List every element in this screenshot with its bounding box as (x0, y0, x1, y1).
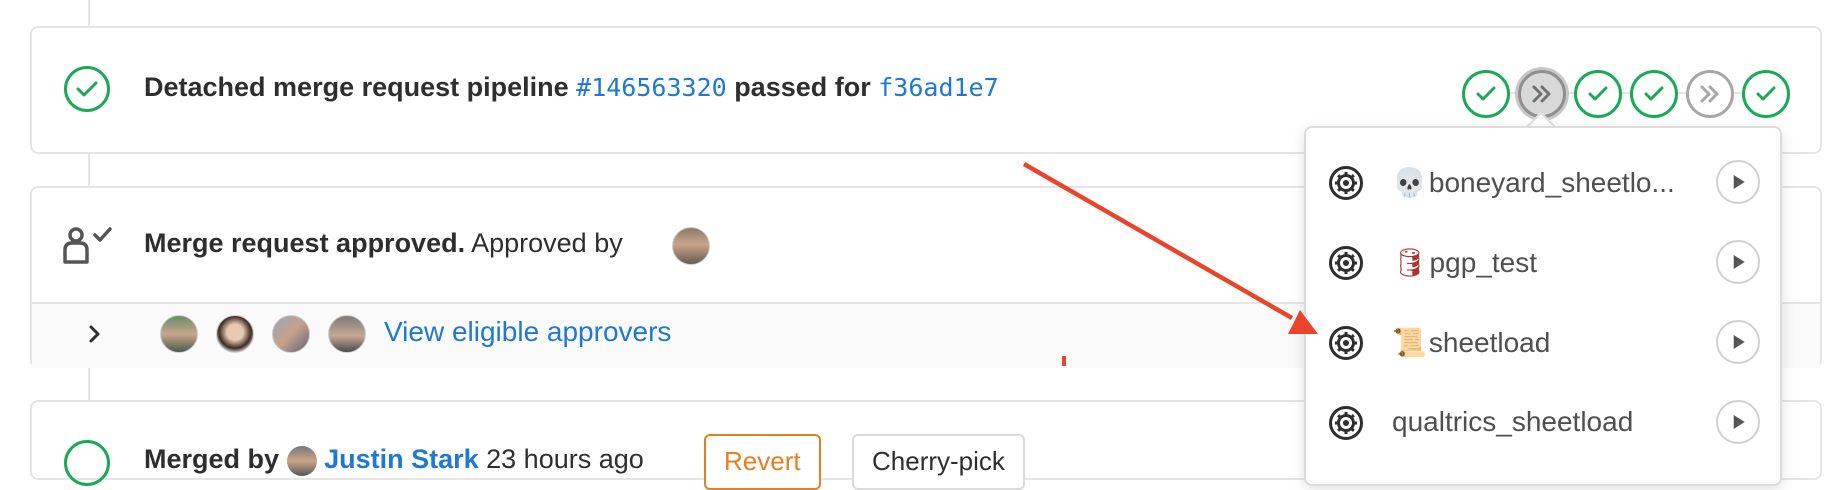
job-name: qualtrics_sheetload (1392, 406, 1634, 437)
stage-skipped-active[interactable] (1518, 70, 1566, 118)
timeline-line-mid (88, 152, 90, 188)
play-job-button[interactable] (1716, 400, 1760, 444)
stage-success-3[interactable] (1630, 70, 1678, 118)
cherry-pick-button[interactable]: Cherry-pick (852, 434, 1025, 490)
merged-time: 23 hours ago (486, 444, 644, 474)
pipeline-id-link[interactable]: #146563320 (576, 73, 727, 102)
merged-user-avatar[interactable] (286, 445, 317, 476)
dropdown-item-boneyard[interactable]: 💀boneyard_sheetlo... (1306, 144, 1780, 222)
play-icon (1733, 255, 1745, 269)
play-job-button[interactable] (1716, 320, 1760, 364)
approval-status-text: Merge request approved. Approved by (144, 228, 623, 259)
approver-avatar[interactable] (672, 227, 710, 265)
oil-drum-emoji-icon: 🛢 (1392, 246, 1428, 279)
pipeline-status-text: Detached merge request pipeline #1465633… (144, 72, 999, 103)
check-icon (1644, 86, 1664, 101)
approved-by-label: Approved by (471, 228, 623, 258)
eligible-approver-avatar-3[interactable] (272, 315, 310, 353)
view-eligible-approvers-link[interactable]: View eligible approvers (384, 316, 671, 348)
dropdown-item-qualtrics-sheetload[interactable]: qualtrics_sheetload (1306, 384, 1780, 462)
merged-user-link[interactable]: Justin Stark (324, 444, 479, 474)
timeline-line-bottom (88, 366, 90, 402)
job-name: sheetload (1428, 327, 1551, 358)
pipeline-middle: passed for (734, 72, 871, 102)
gear-icon (1329, 406, 1363, 440)
stage-success-2[interactable] (1574, 70, 1622, 118)
play-icon (1733, 175, 1745, 189)
dropdown-item-sheetload[interactable]: 📜sheetload (1306, 304, 1780, 382)
play-job-button[interactable] (1716, 160, 1760, 204)
job-label: 📜sheetload (1392, 326, 1550, 359)
play-icon (1733, 335, 1745, 349)
dropdown-item-pgp-test[interactable]: 🛢pgp_test (1306, 224, 1780, 302)
eligible-approver-avatar-4[interactable] (328, 315, 366, 353)
approval-bold: Merge request approved. (144, 228, 466, 258)
stage-success-1[interactable] (1462, 70, 1510, 118)
job-label: 🛢pgp_test (1392, 246, 1537, 279)
commit-sha-link[interactable]: f36ad1e7 (878, 73, 998, 102)
play-job-button[interactable] (1716, 240, 1760, 284)
scroll-emoji-icon: 📜 (1392, 326, 1427, 359)
gear-icon (1329, 326, 1363, 360)
skull-emoji-icon: 💀 (1392, 166, 1427, 199)
eligible-approver-avatar-2[interactable] (216, 315, 254, 353)
approval-icon (63, 227, 112, 264)
revert-button[interactable]: Revert (704, 434, 821, 490)
stage-jobs-dropdown: 💀boneyard_sheetlo... 🛢pgp_test 📜sheetloa… (1304, 126, 1782, 486)
stage-skipped[interactable] (1686, 70, 1734, 118)
pipeline-status-icon[interactable] (64, 66, 110, 112)
gear-icon (1329, 246, 1363, 280)
stage-success-4[interactable] (1742, 70, 1790, 118)
gear-icon (1329, 166, 1363, 200)
double-chevron-icon (1700, 85, 1719, 103)
merged-status-icon (64, 440, 110, 486)
merged-status-text: Merged by Justin Stark 23 hours ago (144, 444, 644, 476)
chevron-right-icon[interactable] (88, 324, 102, 344)
job-label: 💀boneyard_sheetlo... (1392, 166, 1675, 199)
pipeline-prefix: Detached merge request pipeline (144, 72, 569, 102)
job-label: qualtrics_sheetload (1392, 406, 1633, 438)
check-icon (1476, 86, 1496, 101)
merged-by-label: Merged by (144, 444, 280, 474)
timeline-line-top (88, 0, 90, 26)
double-chevron-icon (1532, 85, 1551, 103)
job-name: boneyard_sheetlo... (1428, 167, 1675, 198)
check-icon (1588, 86, 1608, 101)
play-icon (1733, 415, 1745, 429)
job-name: pgp_test (1429, 247, 1537, 278)
eligible-approver-avatar-1[interactable] (160, 315, 198, 353)
check-icon (1756, 86, 1776, 101)
